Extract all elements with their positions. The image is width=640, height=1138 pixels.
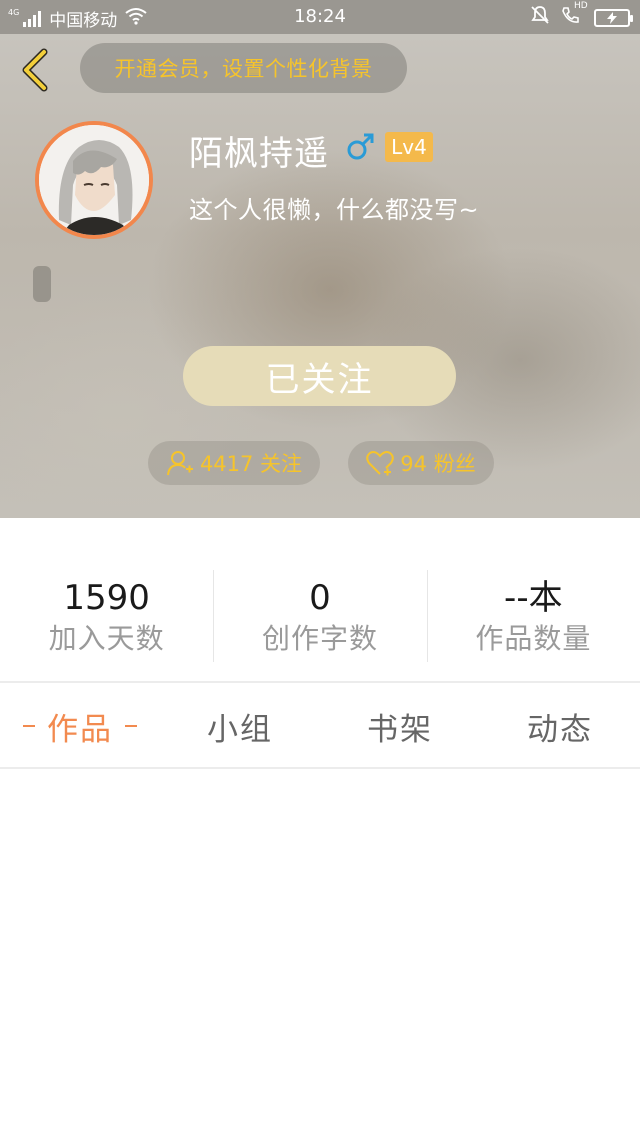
hd-call-icon: HD (560, 1, 588, 30)
vip-background-banner[interactable]: 开通会员，设置个性化背景 (80, 43, 407, 93)
profile-header: 4G 中国移动 18:24 HD 开通会员，设置个性化背景 陌枫持遥 Lv4 这… (0, 0, 640, 518)
tab-label: 动态 (527, 711, 593, 748)
divider (0, 681, 640, 683)
stat-value: 0 (309, 578, 331, 618)
active-indicator-left (23, 725, 35, 727)
divider (0, 767, 640, 769)
tab-bookshelf[interactable]: 书架 (320, 684, 480, 768)
side-handle[interactable] (33, 266, 51, 302)
avatar-image (39, 125, 149, 235)
stat-label: 加入天数 (48, 622, 165, 655)
mute-bell-icon (530, 5, 550, 30)
male-icon (345, 130, 377, 162)
tab-label: 小组 (207, 711, 273, 748)
fans-count-label: 94 粉丝 (400, 452, 476, 476)
active-indicator-right (125, 725, 137, 727)
tab-activity[interactable]: 动态 (480, 684, 640, 768)
add-user-icon (166, 451, 193, 476)
stat-label: 创作字数 (261, 622, 378, 655)
stat-value: 1590 (63, 578, 150, 618)
stat-value: --本 (504, 578, 563, 618)
following-button[interactable]: 已关注 (183, 346, 456, 406)
tab-groups[interactable]: 小组 (160, 684, 320, 768)
stat-join-days: 1590 加入天数 (0, 560, 213, 672)
tab-label: 作品 (47, 711, 113, 748)
user-bio: 这个人很懒，什么都没写~ (189, 196, 480, 224)
level-badge: Lv4 (385, 132, 433, 162)
chevron-left-icon (22, 48, 48, 92)
hd-label: HD (574, 1, 588, 11)
stat-word-count: 0 创作字数 (213, 560, 426, 672)
tab-label: 书架 (367, 711, 433, 748)
back-button[interactable] (14, 46, 54, 94)
following-count-chip[interactable]: 4417 关注 (148, 441, 320, 485)
profile-tabs: 作品 小组 书架 动态 (0, 684, 640, 768)
username: 陌枫持遥 (189, 134, 329, 174)
stat-works-count: --本 作品数量 (426, 560, 640, 672)
stats-row: 1590 加入天数 0 创作字数 --本 作品数量 (0, 560, 640, 672)
following-count-label: 4417 关注 (199, 452, 303, 476)
heart-icon (366, 451, 395, 476)
status-bar: 4G 中国移动 18:24 HD (0, 0, 640, 34)
battery-icon (594, 8, 633, 27)
status-right: HD (530, 1, 633, 30)
avatar[interactable] (35, 121, 153, 239)
fans-count-chip[interactable]: 94 粉丝 (348, 441, 494, 485)
stat-label: 作品数量 (475, 622, 592, 655)
tab-works[interactable]: 作品 (0, 684, 160, 768)
